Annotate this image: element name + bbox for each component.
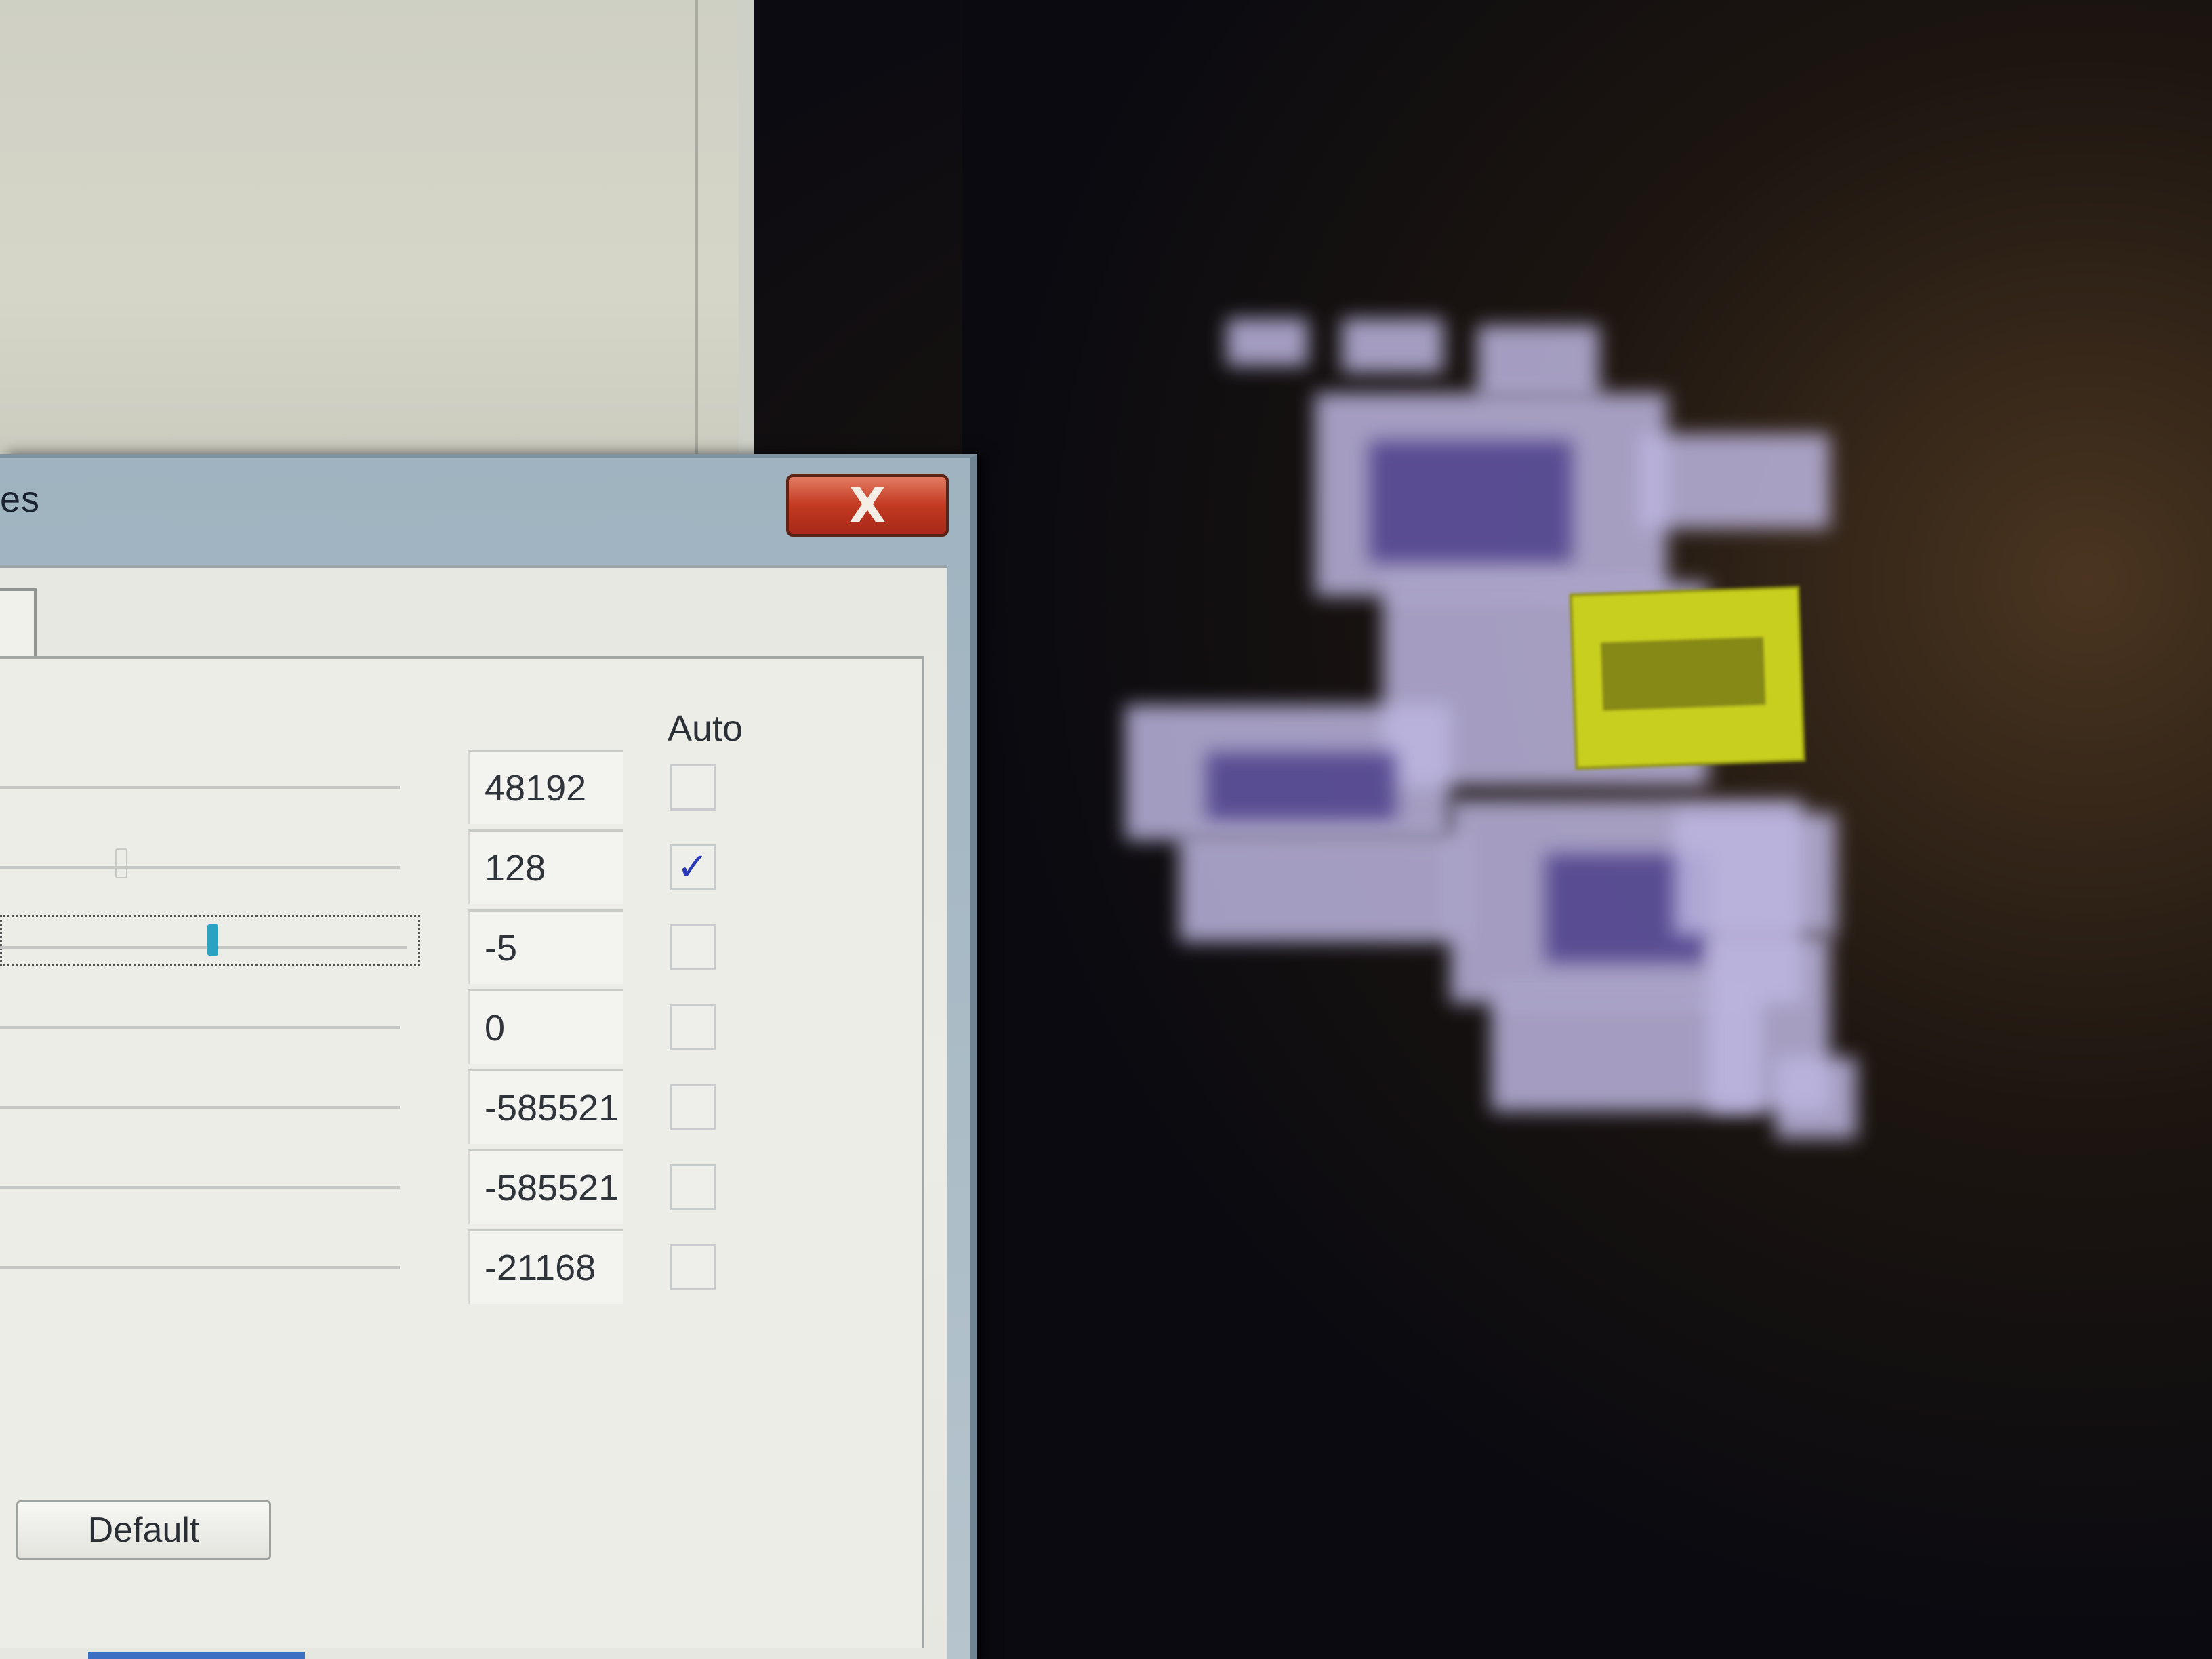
tab-properties[interactable] [0, 588, 37, 659]
preview-blob [1776, 1057, 1857, 1139]
property-row: 48192 [0, 750, 881, 830]
property-slider[interactable] [0, 866, 400, 869]
property-value-field[interactable]: 0 [468, 989, 623, 1064]
auto-checkbox[interactable] [670, 1004, 716, 1050]
preview-blob [1342, 319, 1443, 373]
checkmark-icon: ✓ [676, 845, 709, 889]
auto-checkbox[interactable]: ✓ [670, 844, 716, 890]
property-slider[interactable] [0, 1106, 400, 1109]
preview-blob [1206, 752, 1396, 820]
focused-button-edge[interactable] [88, 1652, 305, 1659]
close-icon: X [849, 478, 886, 533]
slider-thumb[interactable] [115, 848, 127, 878]
property-value-field[interactable]: 128 [468, 830, 623, 904]
background-window-edge [695, 0, 698, 488]
property-row: -585521 [0, 1069, 881, 1149]
preview-blob [1674, 813, 1837, 935]
preview-tag-mark [1601, 637, 1766, 711]
property-value-field[interactable]: 48192 [468, 750, 623, 824]
video-preview [962, 0, 2212, 1659]
property-slider[interactable] [0, 1186, 400, 1189]
auto-checkbox[interactable] [670, 1244, 716, 1290]
slider-thumb[interactable] [207, 924, 218, 956]
auto-checkbox[interactable] [670, 924, 716, 970]
property-slider[interactable] [0, 786, 400, 789]
preview-blob [1640, 434, 1830, 529]
preview-blob [1369, 441, 1572, 562]
property-value-field[interactable]: -585521 [468, 1069, 623, 1144]
property-row: 128 ✓ [0, 830, 881, 909]
auto-column-header: Auto [668, 708, 743, 749]
preview-yellow-tag [1569, 586, 1806, 770]
screen: es X Auto 48192 128 ✓ -5 0 -585521 -5855… [0, 0, 2212, 1659]
property-slider[interactable] [0, 1266, 400, 1269]
property-row: 0 [0, 989, 881, 1069]
preview-blob [1227, 319, 1308, 366]
property-row: -5 [0, 909, 881, 989]
preview-blob [1179, 834, 1464, 942]
property-value-field[interactable]: -21168 [468, 1229, 623, 1304]
background-window [0, 0, 754, 488]
dialog-title: es [0, 479, 41, 520]
property-row: -21168 [0, 1229, 881, 1309]
property-slider-track [0, 946, 407, 949]
property-value-field[interactable]: -5 [468, 909, 623, 984]
tab-panel: Auto 48192 128 ✓ -5 0 -585521 -585521 -2… [0, 656, 924, 1648]
property-row: -585521 [0, 1149, 881, 1229]
auto-checkbox[interactable] [670, 1084, 716, 1130]
properties-dialog: es X Auto 48192 128 ✓ -5 0 -585521 -5855… [0, 454, 977, 1659]
close-button[interactable]: X [786, 474, 949, 537]
preview-blob [1477, 325, 1599, 400]
property-value-field[interactable]: -585521 [468, 1149, 623, 1224]
dialog-client-area: Auto 48192 128 ✓ -5 0 -585521 -585521 -2… [0, 565, 947, 1659]
property-slider[interactable] [0, 1026, 400, 1029]
default-button[interactable]: Default [16, 1500, 271, 1560]
auto-checkbox[interactable] [670, 764, 716, 811]
auto-checkbox[interactable] [670, 1164, 716, 1210]
